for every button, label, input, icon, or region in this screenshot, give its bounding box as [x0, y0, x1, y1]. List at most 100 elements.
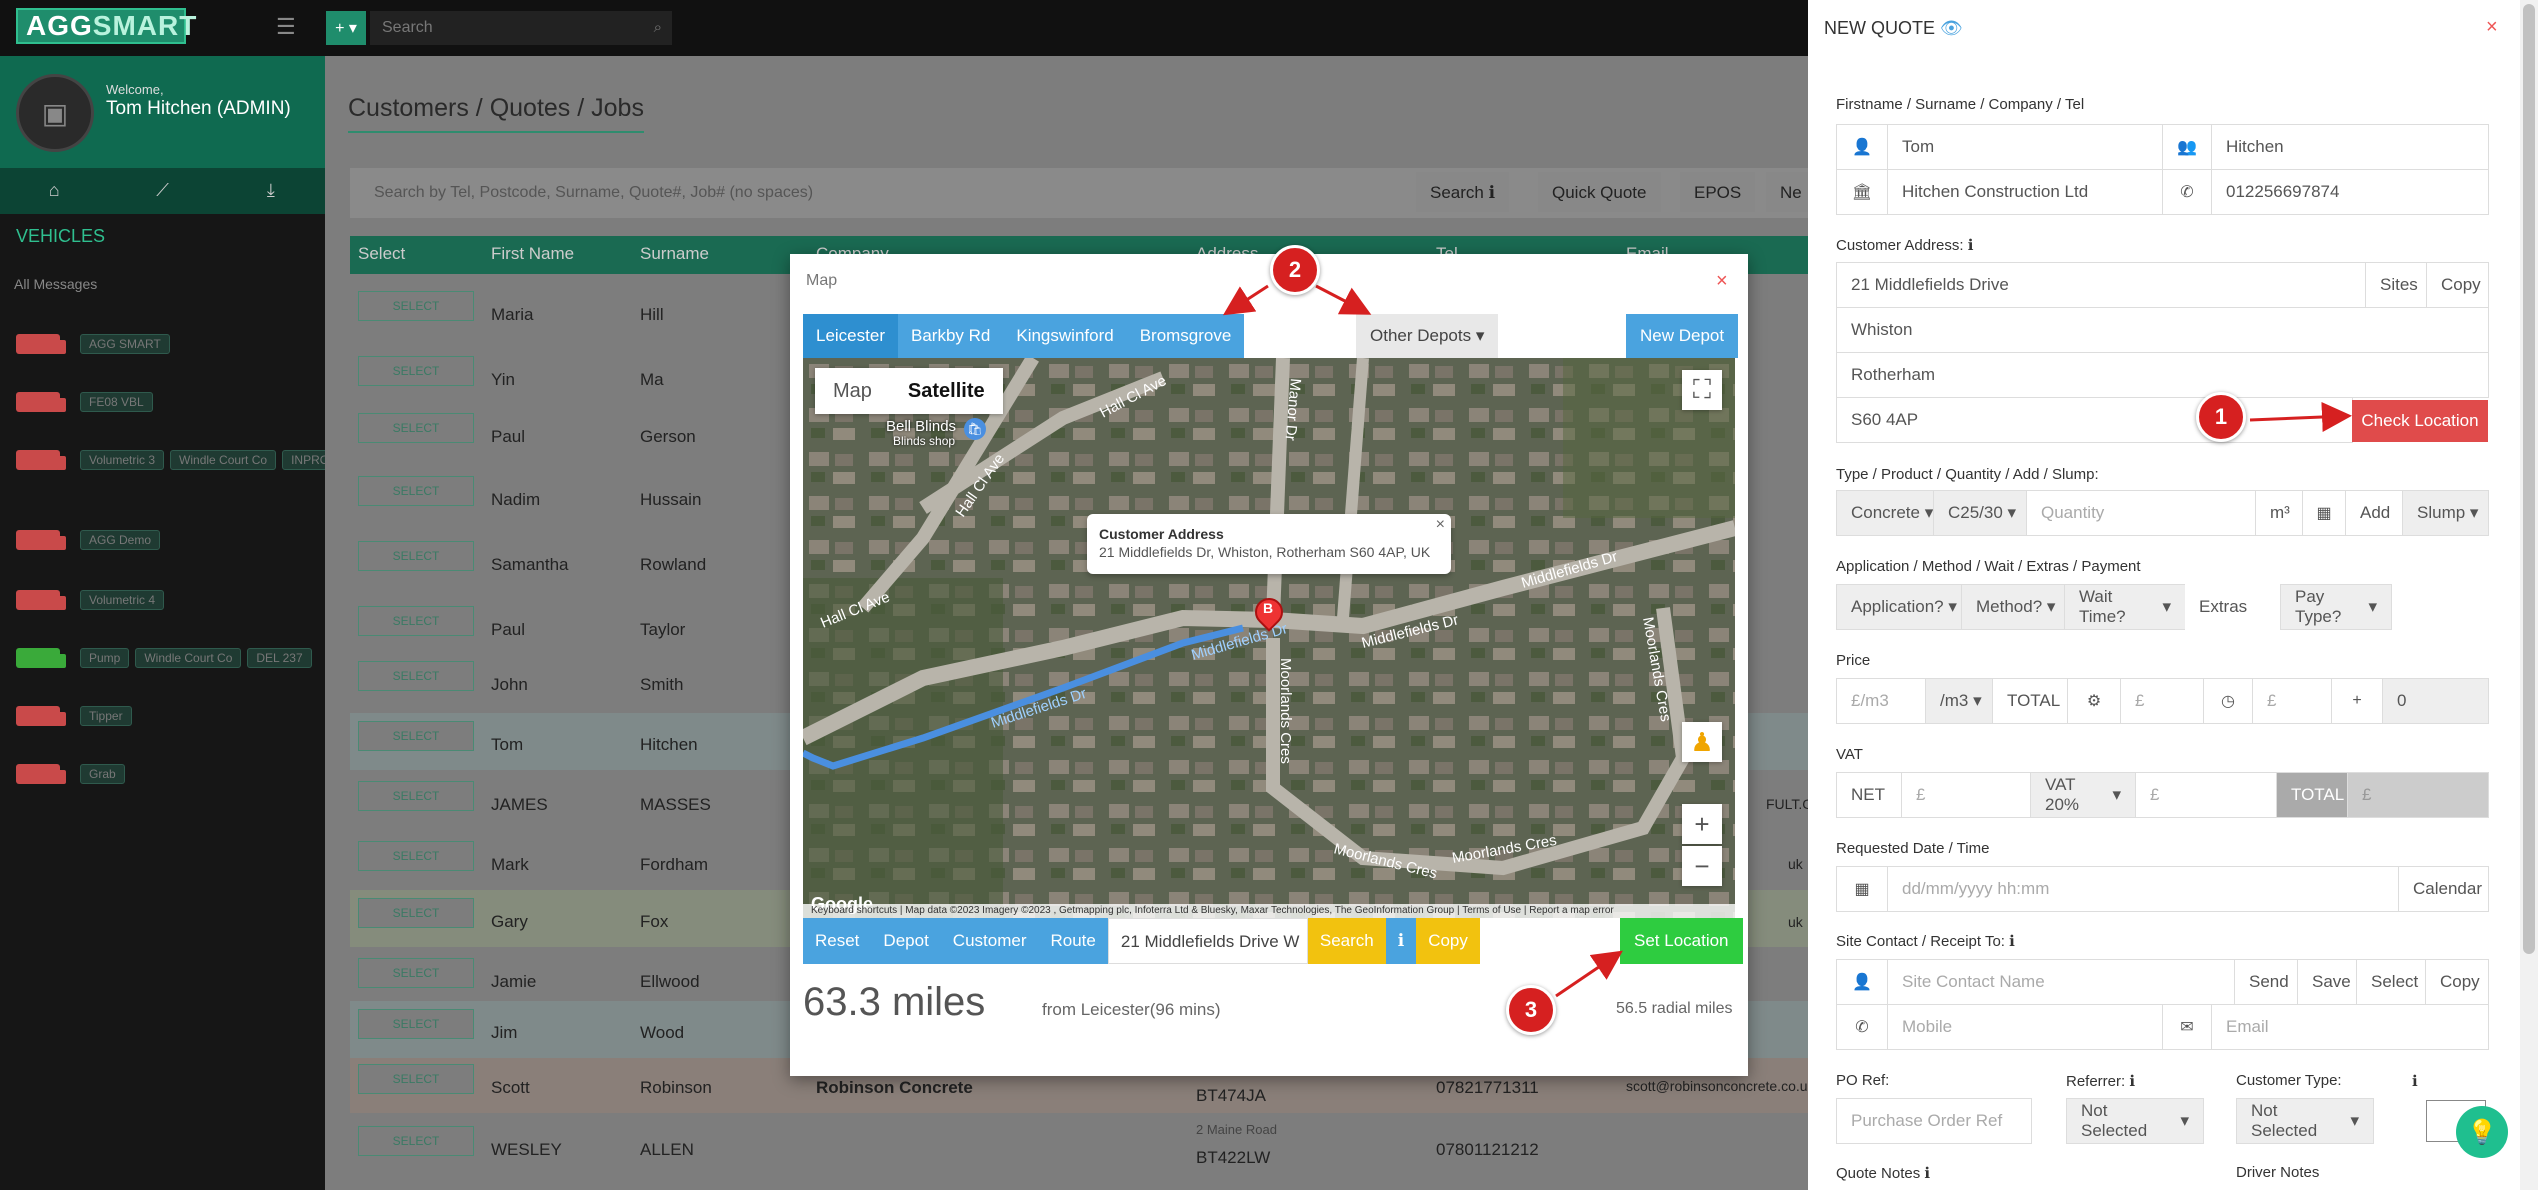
info-icon[interactable]: ℹ: [1385, 918, 1417, 964]
depot-barkby-rd[interactable]: Barkby Rd: [897, 314, 1004, 358]
satellite-view-button[interactable]: Satellite: [890, 368, 1003, 414]
firstname-input[interactable]: Tom: [1887, 124, 2163, 170]
date-time-input[interactable]: dd/mm/yyyy hh:mm: [1887, 866, 2399, 912]
zoom-out-button[interactable]: −: [1682, 846, 1722, 886]
select-row-button[interactable]: SELECT: [358, 606, 474, 636]
vehicle-item[interactable]: Volumetric 3 Windle Court Co INPROG: [16, 450, 348, 470]
send-button[interactable]: Send: [2234, 959, 2298, 1005]
close-icon[interactable]: ×: [1716, 270, 1728, 293]
select-row-button[interactable]: SELECT: [358, 898, 474, 928]
company-input[interactable]: Hitchen Construction Ltd: [1887, 169, 2163, 215]
select-row-button[interactable]: SELECT: [358, 841, 474, 871]
vehicle-item[interactable]: AGG SMART: [16, 334, 170, 354]
tel-input[interactable]: 012256697874: [2211, 169, 2489, 215]
settings-icon[interactable]: ⚙: [2067, 678, 2121, 724]
customer-type-dropdown[interactable]: Not Selected ▾: [2236, 1098, 2374, 1144]
postcode-input[interactable]: S60 4AP: [1836, 397, 2353, 443]
extras-label[interactable]: Extras: [2185, 584, 2259, 630]
chart-icon[interactable]: ⟋: [108, 168, 216, 214]
check-location-button[interactable]: Check Location: [2352, 400, 2488, 442]
address-line1-input[interactable]: 21 Middlefields Drive: [1836, 262, 2366, 308]
select-row-button[interactable]: SELECT: [358, 413, 474, 443]
vehicle-item[interactable]: Volumetric 4: [16, 590, 165, 610]
new-depot-button[interactable]: New Depot: [1626, 314, 1739, 358]
app-logo[interactable]: AGG SMART: [16, 8, 196, 44]
per-unit-dropdown[interactable]: /m3 ▾: [1925, 678, 1993, 724]
method-dropdown[interactable]: Method? ▾: [1961, 584, 2065, 630]
email-input[interactable]: Email: [2211, 1004, 2489, 1050]
select-row-button[interactable]: SELECT: [358, 1009, 474, 1039]
close-icon[interactable]: ×: [2486, 16, 2498, 39]
reset-button[interactable]: Reset: [803, 918, 872, 964]
add-menu-button[interactable]: + ▾: [326, 11, 366, 45]
wait-price-input[interactable]: £: [2252, 678, 2332, 724]
avatar[interactable]: ▣: [16, 74, 94, 152]
po-ref-input[interactable]: Purchase Order Ref: [1836, 1098, 2032, 1144]
select-row-button[interactable]: SELECT: [358, 356, 474, 386]
price-total-input[interactable]: £: [2120, 678, 2204, 724]
other-depots-dropdown[interactable]: Other Depots ▾: [1356, 314, 1499, 358]
product-dropdown[interactable]: C25/30 ▾: [1933, 490, 2027, 536]
vat-input[interactable]: £: [2135, 772, 2277, 818]
map-search-button[interactable]: Search: [1307, 918, 1386, 964]
set-location-button[interactable]: Set Location: [1620, 918, 1743, 964]
wait-time-dropdown[interactable]: Wait Time? ▾: [2064, 584, 2186, 630]
top-search-input[interactable]: Search ⌕: [370, 11, 672, 45]
customer-button[interactable]: Customer: [940, 918, 1039, 964]
mobile-input[interactable]: Mobile: [1887, 1004, 2163, 1050]
select-row-button[interactable]: SELECT: [358, 1126, 474, 1156]
price-per-m3-input[interactable]: £/m3: [1836, 678, 1926, 724]
download-icon[interactable]: ⤓: [217, 168, 325, 214]
home-icon[interactable]: ⌂: [0, 168, 108, 214]
select-row-button[interactable]: SELECT: [358, 661, 474, 691]
map-view-button[interactable]: Map: [815, 368, 890, 414]
address-search-input[interactable]: 21 Middlefields Drive W: [1107, 918, 1308, 964]
depot-button[interactable]: Depot: [871, 918, 941, 964]
select-row-button[interactable]: SELECT: [358, 721, 474, 751]
street-view-pegman-icon[interactable]: ♟: [1682, 722, 1722, 762]
route-button[interactable]: Route: [1038, 918, 1108, 964]
depot-leicester[interactable]: Leicester: [803, 314, 898, 358]
address-line2-input[interactable]: Whiston: [1836, 307, 2489, 353]
vehicle-item[interactable]: Grab: [16, 764, 125, 784]
eye-icon[interactable]: 👁: [1940, 18, 1963, 38]
plus-icon[interactable]: +: [2331, 678, 2383, 724]
depot-bromsgrove[interactable]: Bromsgrove: [1126, 314, 1245, 358]
vehicle-item[interactable]: Pump Windle Court Co DEL 237: [16, 648, 312, 668]
quick-quote-button[interactable]: Quick Quote: [1538, 172, 1661, 212]
quantity-input[interactable]: Quantity: [2026, 490, 2256, 536]
epos-button[interactable]: EPOS: [1680, 172, 1756, 212]
clock-icon[interactable]: ◷: [2203, 678, 2253, 724]
new-button[interactable]: Ne: [1766, 172, 1808, 212]
copy-button[interactable]: Copy: [1416, 918, 1480, 964]
poi-name[interactable]: Bell Blinds: [886, 418, 956, 435]
site-contact-input[interactable]: Site Contact Name: [1887, 959, 2235, 1005]
all-messages-link[interactable]: All Messages: [14, 276, 97, 292]
scrollbar-thumb[interactable]: [2523, 4, 2535, 954]
select-row-button[interactable]: SELECT: [358, 476, 474, 506]
type-dropdown[interactable]: Concrete ▾: [1836, 490, 1934, 536]
select-row-button[interactable]: SELECT: [358, 958, 474, 988]
vehicle-item[interactable]: Tipper: [16, 706, 132, 726]
customer-search-input[interactable]: Search by Tel, Postcode, Surname, Quote#…: [374, 184, 813, 202]
table-row[interactable]: [350, 1118, 1808, 1175]
vat-rate-dropdown[interactable]: VAT 20% ▾: [2030, 772, 2136, 818]
copy-contact-button[interactable]: Copy: [2425, 959, 2489, 1005]
calculator-icon[interactable]: ▦: [2302, 490, 2346, 536]
referrer-dropdown[interactable]: Not Selected ▾: [2066, 1098, 2204, 1144]
menu-toggle-icon[interactable]: ☰: [276, 14, 296, 40]
copy-address-button[interactable]: Copy: [2426, 262, 2489, 308]
select-row-button[interactable]: SELECT: [358, 1064, 474, 1094]
slump-dropdown[interactable]: Slump ▾: [2402, 490, 2489, 536]
address-line3-input[interactable]: Rotherham: [1836, 352, 2489, 398]
net-input[interactable]: £: [1901, 772, 2031, 818]
calendar-button[interactable]: Calendar: [2398, 866, 2489, 912]
save-contact-button[interactable]: Save: [2297, 959, 2357, 1005]
vehicle-item[interactable]: AGG Demo: [16, 530, 161, 550]
select-row-button[interactable]: SELECT: [358, 541, 474, 571]
shop-icon[interactable]: 🛍: [964, 418, 986, 440]
zoom-in-button[interactable]: +: [1682, 804, 1722, 844]
close-icon[interactable]: ×: [1436, 516, 1445, 534]
application-dropdown[interactable]: Application? ▾: [1836, 584, 1962, 630]
lightbulb-icon[interactable]: 💡: [2456, 1106, 2508, 1158]
